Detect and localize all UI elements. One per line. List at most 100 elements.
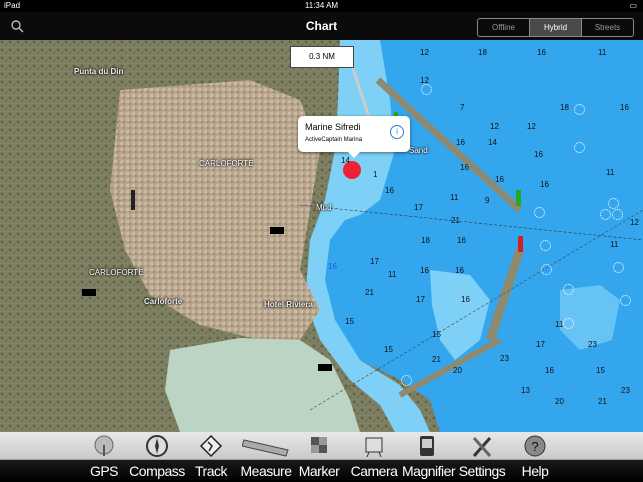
scale-bar: 0.3 NM: [290, 46, 354, 68]
depth-sounding: 16: [545, 366, 554, 375]
depth-sounding: 7: [460, 103, 465, 112]
ruler-icon: [242, 439, 289, 457]
depth-sounding: 12: [630, 218, 639, 227]
obstruction-marker: [540, 240, 551, 251]
svg-text:?: ?: [531, 439, 538, 454]
marker-icon: [311, 437, 327, 453]
depth-sounding: 11: [388, 270, 397, 279]
tool-track[interactable]: Track: [192, 432, 230, 482]
obstruction-marker: [563, 318, 574, 329]
chart-map[interactable]: 0.3 NM Punta du Din CARLOFORTE CARLOFORT…: [0, 40, 643, 432]
depth-sounding: 11: [598, 48, 607, 57]
obstruction-marker: [574, 104, 585, 115]
depth-sounding: 16: [495, 175, 504, 184]
depth-sounding: 15: [384, 345, 393, 354]
info-icon[interactable]: i: [390, 125, 404, 139]
depth-sounding: 21: [451, 216, 460, 225]
tool-label: Compass: [129, 463, 185, 479]
tool-magnifier[interactable]: Magnifier: [402, 432, 456, 482]
status-bar: iPad 11:34 AM ▭: [0, 0, 643, 12]
popup-tail: [348, 152, 360, 158]
depth-sounding: 11: [450, 193, 459, 202]
tool-label: Help: [521, 463, 549, 479]
depth-sounding: 17: [536, 340, 545, 349]
settings-icon: [472, 437, 492, 457]
obstruction-marker: [401, 375, 412, 386]
obstruction-marker: [563, 284, 574, 295]
segment-hybrid[interactable]: Hybrid: [530, 19, 582, 36]
depth-sounding: 11: [610, 240, 619, 249]
camera-icon: [365, 437, 383, 458]
tool-camera[interactable]: Camera: [348, 432, 400, 482]
place-label: 16: [328, 262, 337, 271]
obstruction-marker: [421, 84, 432, 95]
depth-sounding: 16: [540, 180, 549, 189]
place-label: Carloforte: [144, 297, 183, 306]
depth-sounding: 17: [414, 203, 423, 212]
popup-subtitle: ActiveCaptain Marina: [305, 137, 363, 143]
depth-sounding: 16: [457, 236, 466, 245]
battery-icon: ▭: [629, 1, 637, 10]
depth-sounding: 16: [385, 186, 394, 195]
depth-sounding: 16: [620, 103, 629, 112]
tool-label: Camera: [350, 463, 398, 479]
depth-sounding: 23: [621, 386, 630, 395]
obstruction-marker: [612, 209, 623, 220]
segment-streets[interactable]: Streets: [582, 19, 633, 36]
depth-sounding: 14: [488, 138, 497, 147]
tool-label: Magnifier: [402, 463, 456, 479]
tool-label: Measure: [240, 463, 292, 479]
tool-gps[interactable]: GPS: [86, 432, 122, 482]
clock: 11:34 AM: [304, 1, 339, 10]
magnifier-icon: [420, 436, 434, 456]
depth-sounding: 20: [555, 397, 564, 406]
tool-marker[interactable]: Marker: [296, 432, 342, 482]
tool-label: GPS: [89, 463, 119, 479]
obstruction-marker: [620, 295, 631, 306]
tool-label: Marker: [298, 463, 340, 479]
tool-compass[interactable]: Compass: [128, 432, 186, 482]
tool-settings[interactable]: Settings: [454, 432, 510, 482]
map-type-segmented-control: Offline Hybrid Streets: [477, 18, 634, 37]
place-label: Hotel Riviera: [264, 300, 313, 309]
depth-sounding: 16: [456, 138, 465, 147]
depth-sounding: 1: [373, 170, 378, 179]
depth-sounding: 17: [370, 257, 379, 266]
tool-measure[interactable]: Measure: [238, 432, 294, 482]
depth-sounding: 18: [421, 236, 430, 245]
tool-help[interactable]: ? Help: [515, 432, 555, 482]
place-label: Punta du Din: [74, 67, 124, 76]
satellite-dish-icon: [94, 435, 114, 456]
depth-sounding: 20: [453, 366, 462, 375]
depth-sounding: 16: [461, 295, 470, 304]
place-label: Mud: [316, 203, 332, 212]
bottom-toolbar: GPS Compass Track Measure Marker Camera …: [0, 432, 643, 482]
tool-label: Track: [195, 463, 227, 479]
depth-sounding: 18: [478, 48, 487, 57]
depth-sounding: 16: [420, 266, 429, 275]
place-label: CARLOFORTE: [89, 268, 144, 277]
depth-sounding: 15: [432, 330, 441, 339]
depth-sounding: 15: [345, 317, 354, 326]
depth-sounding: 13: [521, 386, 530, 395]
obstruction-marker: [574, 142, 585, 153]
segment-offline[interactable]: Offline: [478, 19, 530, 36]
popup-title: Marine Sifredi: [305, 122, 361, 132]
obstruction-marker: [600, 209, 611, 220]
depth-sounding: 11: [606, 168, 615, 177]
place-label: CARLOFORTE: [199, 159, 254, 168]
depth-sounding: 21: [598, 397, 607, 406]
depth-sounding: 12: [490, 122, 499, 131]
depth-sounding: 23: [588, 340, 597, 349]
depth-sounding: 9: [485, 196, 490, 205]
marina-popup[interactable]: Marine Sifredi ActiveCaptain Marina i: [298, 116, 410, 158]
depth-sounding: 12: [527, 122, 536, 131]
depth-sounding: 11: [555, 320, 564, 329]
obstruction-marker: [613, 262, 624, 273]
depth-sounding: 17: [416, 295, 425, 304]
depth-sounding: 16: [537, 48, 546, 57]
depth-sounding: 16: [460, 163, 469, 172]
depth-sounding: 18: [560, 103, 569, 112]
obstruction-marker: [534, 207, 545, 218]
depth-sounding: 21: [365, 288, 374, 297]
